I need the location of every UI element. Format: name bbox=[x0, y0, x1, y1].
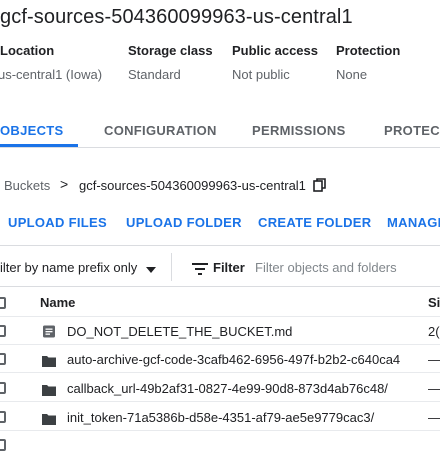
folder-icon bbox=[42, 383, 56, 396]
bucket-title: gcf-sources-504360099963-us-central1 bbox=[0, 6, 353, 28]
upload-folder-button[interactable]: UPLOAD FOLDER bbox=[126, 215, 242, 230]
row-checkbox[interactable] bbox=[0, 411, 6, 423]
filter-bar-bottom-divider bbox=[0, 286, 440, 287]
copy-icon[interactable] bbox=[313, 178, 327, 193]
filter-label: Filter bbox=[213, 260, 245, 275]
info-value-public-access: Not public bbox=[232, 67, 290, 82]
tab-protection[interactable]: PROTECT bbox=[384, 123, 440, 138]
filter-bar-top-divider bbox=[0, 245, 440, 246]
filter-input[interactable] bbox=[255, 257, 425, 277]
row-checkbox[interactable] bbox=[0, 439, 6, 451]
caret-down-icon bbox=[145, 261, 156, 276]
row-checkbox[interactable] bbox=[0, 325, 6, 337]
upload-files-button[interactable]: UPLOAD FILES bbox=[8, 215, 107, 230]
column-header-name[interactable]: Name bbox=[40, 295, 75, 310]
filter-prefix-select-label: ilter by name prefix only bbox=[0, 260, 138, 275]
table-row-divider bbox=[0, 430, 440, 431]
info-header-protection: Protection bbox=[336, 43, 401, 58]
info-header-storage-class: Storage class bbox=[128, 43, 213, 58]
object-size: — bbox=[428, 352, 440, 367]
column-header-size[interactable]: Si bbox=[428, 295, 440, 310]
object-size: — bbox=[428, 381, 440, 396]
folder-icon bbox=[42, 412, 56, 425]
filter-icon bbox=[192, 262, 208, 275]
info-value-protection: None bbox=[336, 67, 368, 82]
table-row-divider bbox=[0, 344, 440, 345]
tab-objects[interactable]: OBJECTS bbox=[0, 123, 64, 138]
info-header-location: Location bbox=[0, 43, 55, 58]
tab-permissions[interactable]: PERMISSIONS bbox=[252, 123, 346, 138]
folder-name-link[interactable]: callback_url-49b2af31-0827-4e99-90d8-873… bbox=[67, 381, 388, 396]
manage-button[interactable]: MANAGE bbox=[387, 215, 440, 230]
row-checkbox[interactable] bbox=[0, 353, 6, 365]
tabs-divider bbox=[0, 147, 440, 148]
object-size: — bbox=[428, 410, 440, 425]
breadcrumb-buckets-link[interactable]: Buckets bbox=[4, 178, 50, 193]
table-row-divider bbox=[0, 372, 440, 373]
filter-prefix-select[interactable]: ilter by name prefix only bbox=[0, 260, 156, 276]
breadcrumb-current-bucket: gcf-sources-504360099963-us-central1 bbox=[79, 178, 306, 193]
breadcrumb-separator: > bbox=[60, 176, 69, 192]
table-row-divider bbox=[0, 401, 440, 402]
filter-vertical-separator bbox=[171, 253, 172, 281]
object-size: 2( bbox=[428, 324, 440, 339]
info-value-storage-class: Standard bbox=[128, 67, 181, 82]
document-icon bbox=[42, 325, 56, 338]
folder-icon bbox=[42, 354, 56, 367]
table-header-divider bbox=[0, 316, 440, 317]
select-all-checkbox[interactable] bbox=[0, 297, 6, 309]
folder-name-link[interactable]: init_token-71a5386b-d58e-4351-af79-ae5e9… bbox=[67, 410, 374, 425]
folder-name-link[interactable]: auto-archive-gcf-code-3cafb462-6956-497f… bbox=[67, 352, 400, 367]
tab-configuration[interactable]: CONFIGURATION bbox=[104, 123, 217, 138]
info-value-location: us-central1 (Iowa) bbox=[0, 67, 103, 82]
object-name-link[interactable]: DO_NOT_DELETE_THE_BUCKET.md bbox=[67, 324, 292, 339]
info-header-public-access: Public access bbox=[232, 43, 318, 58]
row-checkbox[interactable] bbox=[0, 382, 6, 394]
create-folder-button[interactable]: CREATE FOLDER bbox=[258, 215, 371, 230]
